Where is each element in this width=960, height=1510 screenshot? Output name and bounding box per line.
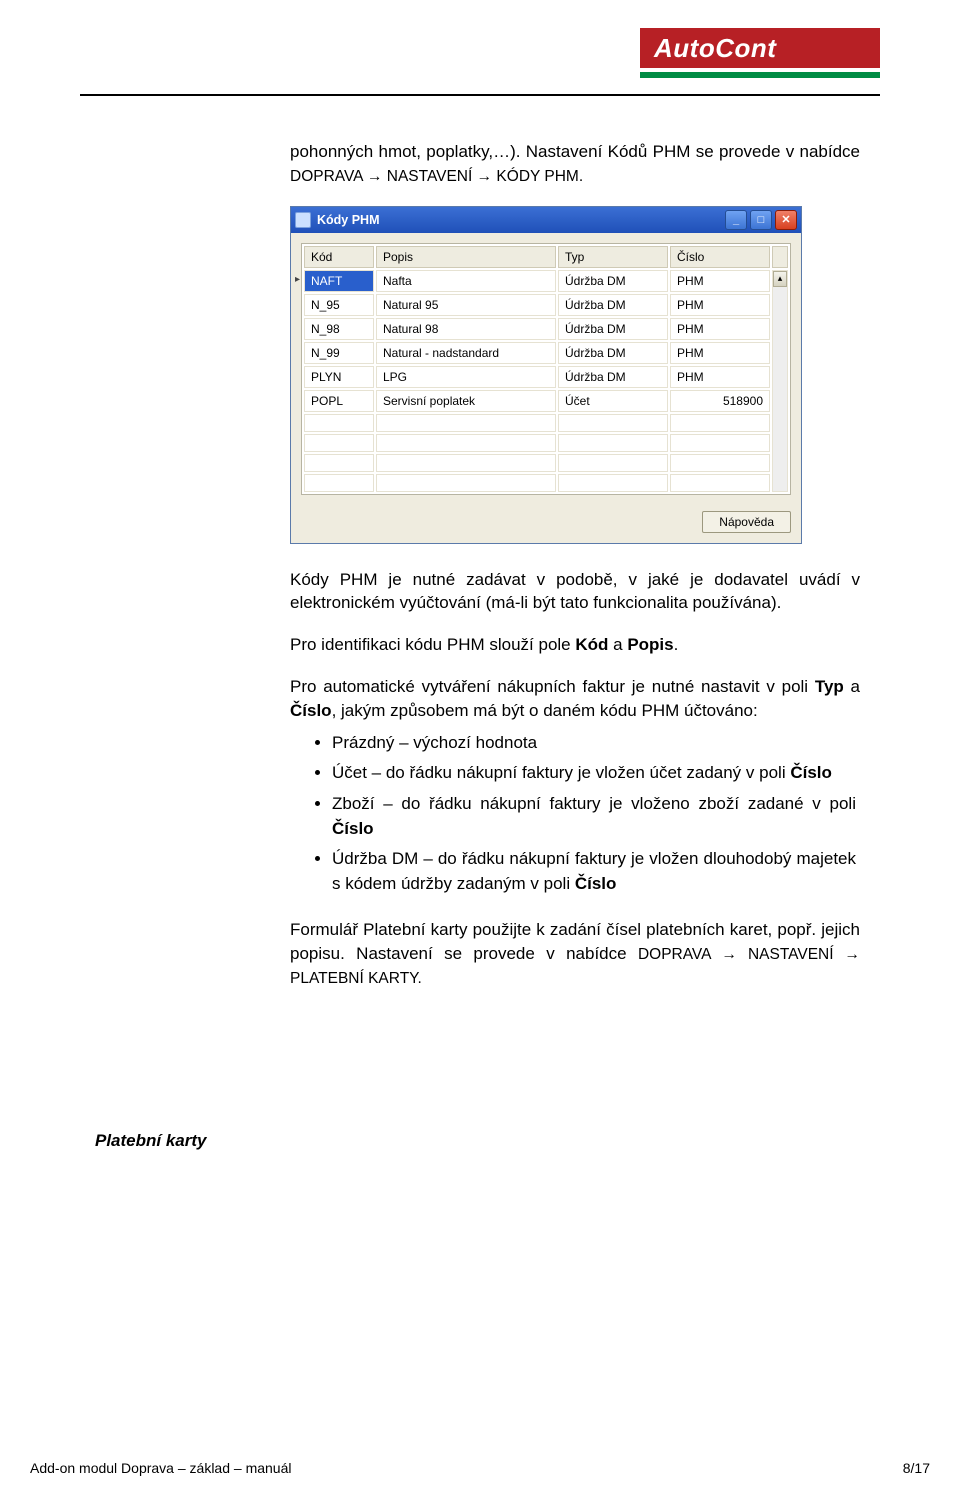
- text: Účet – do řádku nákupní faktury je vlože…: [332, 763, 790, 782]
- table-row[interactable]: N_98Natural 98Údržba DMPHM: [304, 318, 788, 340]
- paragraph-5: Formulář Platební karty použijte k zadán…: [290, 918, 860, 989]
- list-item: Zboží – do řádku nákupní faktury je vlož…: [332, 792, 860, 841]
- cell[interactable]: 518900: [670, 390, 770, 412]
- table-row[interactable]: POPLServisní poplatekÚčet518900: [304, 390, 788, 412]
- header-rule: [80, 94, 880, 96]
- cell[interactable]: NAFT: [304, 270, 374, 292]
- cell[interactable]: Údržba DM: [558, 366, 668, 388]
- col-kod[interactable]: Kód: [304, 246, 374, 268]
- cell[interactable]: PHM: [670, 270, 770, 292]
- window-titlebar: Kódy PHM _ □ ✕: [291, 207, 801, 233]
- table-row[interactable]: [304, 474, 788, 492]
- footer-right: 8/17: [903, 1460, 930, 1476]
- vertical-scrollbar[interactable]: ▴: [772, 270, 788, 492]
- text: Zboží – do řádku nákupní faktury je vlož…: [332, 794, 856, 813]
- field-popis: Popis: [627, 635, 673, 654]
- text: a: [608, 635, 627, 654]
- bullet-list: Prázdný – výchozí hodnota Účet – do řádk…: [332, 731, 860, 897]
- list-item: Prázdný – výchozí hodnota: [332, 731, 860, 756]
- margin-heading-platebni-karty: Platební karty: [95, 1131, 265, 1151]
- cell[interactable]: PHM: [670, 366, 770, 388]
- cell[interactable]: PHM: [670, 294, 770, 316]
- cell[interactable]: PLYN: [304, 366, 374, 388]
- cell[interactable]: Údržba DM: [558, 294, 668, 316]
- table-row[interactable]: NAFT Nafta Údržba DM PHM ▴: [304, 270, 788, 292]
- field-cislo: Číslo: [290, 701, 332, 720]
- text: Pro identifikaci kódu PHM slouží pole: [290, 635, 575, 654]
- field-kod: Kód: [575, 635, 608, 654]
- cell[interactable]: LPG: [376, 366, 556, 388]
- footer-left: Add-on modul Doprava – základ – manuál: [30, 1460, 292, 1476]
- page-footer: Add-on modul Doprava – základ – manuál 8…: [30, 1460, 930, 1476]
- text: .: [674, 635, 679, 654]
- cell[interactable]: Účet: [558, 390, 668, 412]
- data-grid[interactable]: Kód Popis Typ Číslo NAFT Nafta Údržba DM: [301, 243, 791, 495]
- field-cislo: Číslo: [790, 763, 832, 782]
- text: , jakým způsobem má být o daném kódu PHM…: [332, 701, 758, 720]
- cell[interactable]: N_99: [304, 342, 374, 364]
- text: Pro automatické vytváření nákupních fakt…: [290, 677, 815, 696]
- logo: AutoCont: [640, 28, 880, 82]
- cell[interactable]: Údržba DM: [558, 270, 668, 292]
- grid-header-row: Kód Popis Typ Číslo: [304, 246, 788, 268]
- list-item: Účet – do řádku nákupní faktury je vlože…: [332, 761, 860, 786]
- cell[interactable]: Natural - nadstandard: [376, 342, 556, 364]
- col-typ[interactable]: Typ: [558, 246, 668, 268]
- cell[interactable]: N_95: [304, 294, 374, 316]
- paragraph-3: Pro identifikaci kódu PHM slouží pole Kó…: [290, 633, 860, 657]
- logo-main: AutoCont: [640, 28, 880, 68]
- cell[interactable]: Servisní poplatek: [376, 390, 556, 412]
- scrollbar-spacer: [772, 246, 788, 268]
- cell[interactable]: Nafta: [376, 270, 556, 292]
- table-row[interactable]: PLYNLPGÚdržba DMPHM: [304, 366, 788, 388]
- text: pohonných hmot, poplatky,…). Nastavení K…: [290, 142, 860, 161]
- logo-stripe: [640, 72, 880, 78]
- paragraph-2: Kódy PHM je nutné zadávat v podobě, v ja…: [290, 568, 860, 616]
- cell[interactable]: Natural 95: [376, 294, 556, 316]
- paragraph-intro: pohonných hmot, poplatky,…). Nastavení K…: [290, 140, 860, 188]
- cell[interactable]: POPL: [304, 390, 374, 412]
- minimize-button[interactable]: _: [725, 210, 747, 230]
- cell[interactable]: Údržba DM: [558, 342, 668, 364]
- window-title: Kódy PHM: [317, 213, 725, 227]
- table-row[interactable]: N_95Natural 95Údržba DMPHM: [304, 294, 788, 316]
- help-button[interactable]: Nápověda: [702, 511, 791, 533]
- table-row[interactable]: [304, 414, 788, 432]
- window-icon: [295, 212, 311, 228]
- field-cislo: Číslo: [575, 874, 617, 893]
- close-button[interactable]: ✕: [775, 210, 797, 230]
- text: a: [844, 677, 860, 696]
- field-cislo: Číslo: [332, 819, 374, 838]
- paragraph-4: Pro automatické vytváření nákupních fakt…: [290, 675, 860, 723]
- field-typ: Typ: [815, 677, 844, 696]
- scroll-up-icon[interactable]: ▴: [773, 271, 787, 287]
- cell[interactable]: Natural 98: [376, 318, 556, 340]
- logo-text: AutoCont: [654, 33, 776, 64]
- col-cislo[interactable]: Číslo: [670, 246, 770, 268]
- cell[interactable]: PHM: [670, 342, 770, 364]
- menu-path: DOPRAVA → NASTAVENÍ → KÓDY PHM.: [290, 168, 583, 185]
- list-item: Údržba DM – do řádku nákupní faktury je …: [332, 847, 860, 896]
- cell[interactable]: Údržba DM: [558, 318, 668, 340]
- table-row[interactable]: [304, 434, 788, 452]
- table-row[interactable]: [304, 454, 788, 472]
- maximize-button[interactable]: □: [750, 210, 772, 230]
- cell[interactable]: N_98: [304, 318, 374, 340]
- screenshot-kody-phm: Kódy PHM _ □ ✕ Kód Popis Typ Číslo: [290, 206, 802, 544]
- table-row[interactable]: N_99Natural - nadstandardÚdržba DMPHM: [304, 342, 788, 364]
- cell[interactable]: PHM: [670, 318, 770, 340]
- col-popis[interactable]: Popis: [376, 246, 556, 268]
